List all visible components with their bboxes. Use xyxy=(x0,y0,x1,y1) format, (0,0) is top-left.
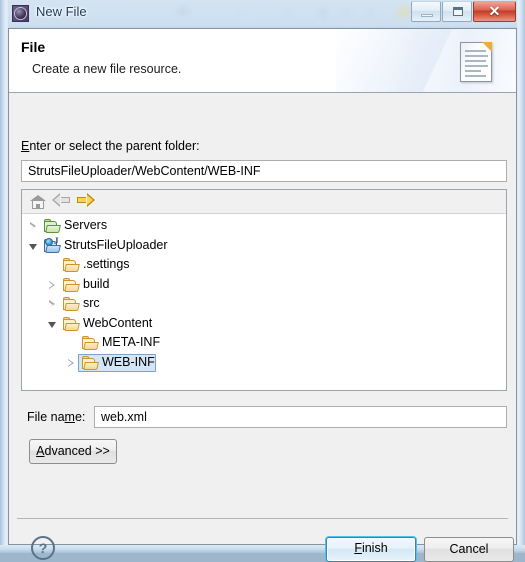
advanced-button-mnemonic: A xyxy=(36,444,45,458)
tree-item-settings[interactable]: .settings xyxy=(22,256,506,275)
tree-item-build[interactable]: build xyxy=(22,276,506,295)
tree-item-src[interactable]: src xyxy=(22,295,506,314)
file-name-label-rest: e: xyxy=(74,410,86,424)
folder-yellow-icon xyxy=(63,258,80,273)
folder-yellow-icon xyxy=(63,297,80,312)
java-marker-icon: J xyxy=(54,235,59,246)
file-name-label: File name: xyxy=(27,410,85,424)
page-title: File xyxy=(21,39,46,55)
chevron-right-icon[interactable] xyxy=(49,300,56,309)
close-button[interactable]: ✕ xyxy=(473,1,516,22)
chevron-down-icon[interactable] xyxy=(48,321,57,329)
folder-green-icon xyxy=(44,219,61,234)
document-page xyxy=(460,42,492,82)
button-bar-separator xyxy=(17,518,508,519)
tree-item-label: Servers xyxy=(64,218,108,232)
tree-item-label: META-INF xyxy=(102,335,161,349)
forward-arrow-icon[interactable] xyxy=(76,193,95,207)
globe-overlay-icon xyxy=(45,237,53,246)
parent-folder-label: Enter or select the parent folder: xyxy=(21,139,200,153)
chevron-down-icon[interactable] xyxy=(29,243,38,251)
tree-item-label: .settings xyxy=(83,257,130,271)
cancel-button[interactable]: Cancel xyxy=(424,537,514,562)
window-frame-left xyxy=(0,0,8,553)
folder-yellow-icon xyxy=(63,277,80,293)
folder-yellow-icon xyxy=(82,336,99,351)
tree-item-label: build xyxy=(83,276,110,291)
tree-item-strutsfileuploader[interactable]: J StrutsFileUploader xyxy=(22,235,506,256)
tree-toolbar xyxy=(22,190,506,214)
minimize-button[interactable] xyxy=(411,1,441,22)
parent-folder-input[interactable]: StrutsFileUploader/WebContent/WEB-INF xyxy=(21,160,507,182)
title-bar[interactable]: New File ✕ xyxy=(0,0,525,28)
folder-yellow-icon xyxy=(63,316,80,332)
chevron-right-icon[interactable] xyxy=(68,358,75,368)
advanced-button[interactable]: Advanced >> xyxy=(29,439,117,464)
file-name-input[interactable]: web.xml xyxy=(94,406,507,428)
advanced-button-label: dvanced >> xyxy=(44,444,110,458)
wizard-header: File Create a new file resource. xyxy=(9,29,516,93)
folder-tree-panel: Servers J StrutsFileUploader .settings build… xyxy=(21,189,507,391)
close-icon: ✕ xyxy=(488,3,501,19)
finish-button[interactable]: Finish xyxy=(326,537,416,562)
folder-project-icon: J xyxy=(44,235,61,254)
parent-folder-label-rest: nter or select the parent folder: xyxy=(29,139,200,153)
window-title: New File xyxy=(36,4,87,19)
tree-item-label: StrutsFileUploader xyxy=(64,237,168,252)
tree-item-meta-inf[interactable]: META-INF xyxy=(22,334,506,353)
tree-item-label: WebContent xyxy=(83,315,153,330)
tree-item-label: src xyxy=(83,296,100,310)
folder-tree[interactable]: Servers J StrutsFileUploader .settings build… xyxy=(22,214,506,390)
folder-yellow-icon xyxy=(82,355,99,371)
home-icon[interactable] xyxy=(28,193,48,211)
window-frame-right xyxy=(517,0,525,553)
chevron-right-icon[interactable] xyxy=(30,222,37,231)
maximize-button[interactable] xyxy=(442,1,472,22)
help-icon[interactable]: ? xyxy=(31,536,55,560)
eclipse-gear-icon xyxy=(12,5,29,22)
file-name-label-mnemonic: m xyxy=(64,410,75,424)
page-description: Create a new file resource. xyxy=(32,62,182,76)
dialog-client-area: File Create a new file resource. Enter o… xyxy=(8,28,517,562)
file-name-label-prefix: File na xyxy=(27,410,65,424)
back-arrow-icon[interactable] xyxy=(52,193,71,207)
tree-item-webcontent[interactable]: WebContent xyxy=(22,315,506,334)
new-file-document-icon xyxy=(453,37,501,85)
tree-item-web-inf[interactable]: WEB-INF xyxy=(22,353,506,373)
new-file-dialog-window: New File ✕ File Create a new file resour… xyxy=(0,0,525,562)
tree-item-servers[interactable]: Servers xyxy=(22,217,506,236)
tree-item-label: WEB-INF xyxy=(102,354,155,369)
chevron-right-icon[interactable] xyxy=(49,280,56,290)
